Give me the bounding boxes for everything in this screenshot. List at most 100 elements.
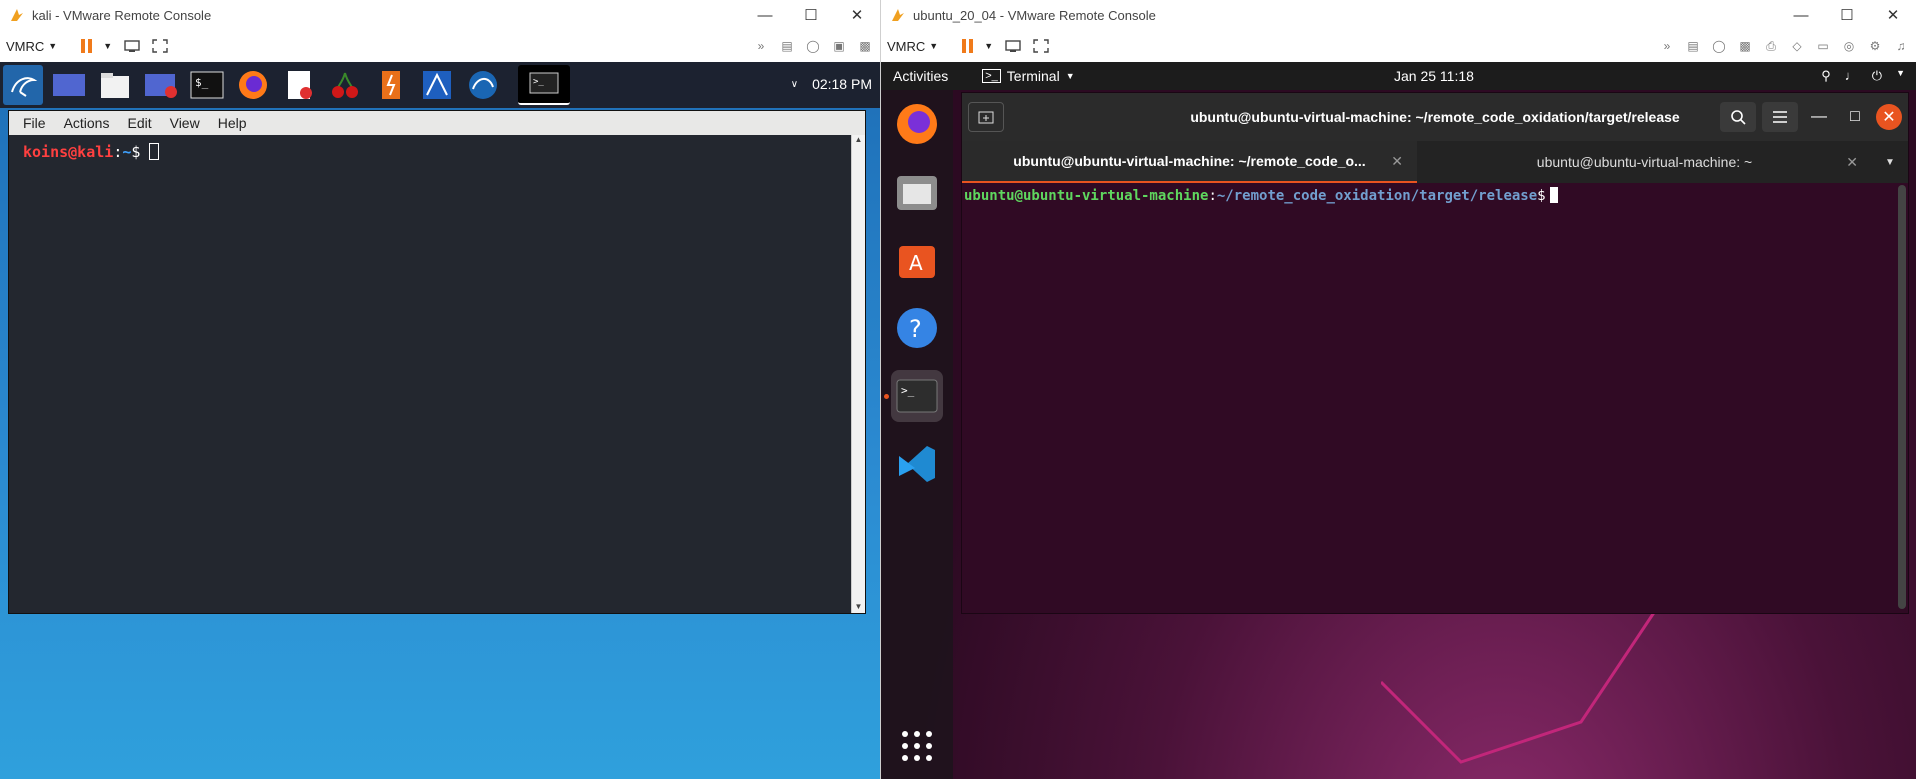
help-icon[interactable]: ? (891, 302, 943, 354)
network-icon[interactable]: ▩ (854, 35, 876, 57)
prompt-separator: : (113, 143, 123, 161)
minimize-button[interactable]: — (1804, 102, 1834, 132)
show-apps-icon[interactable] (891, 720, 943, 772)
floppy-icon[interactable]: ▣ (828, 35, 850, 57)
cd-icon[interactable]: ◯ (1708, 35, 1730, 57)
menu-file[interactable]: File (23, 115, 46, 131)
vmrc-menu-button[interactable]: VMRC ▼ (887, 39, 938, 54)
vmrc-app-icon (8, 6, 26, 24)
sound-icon[interactable]: ♫ (1890, 35, 1912, 57)
close-button[interactable]: ✕ (1870, 0, 1916, 30)
system-tray[interactable]: ⚲ ♩ ⏻ ▼ (1821, 68, 1905, 84)
file-manager-icon[interactable] (95, 65, 135, 105)
scroll-down-icon[interactable]: ▼ (852, 602, 865, 611)
scroll-up-icon[interactable]: ▲ (852, 135, 865, 144)
cherrytree-icon[interactable] (325, 65, 365, 105)
svg-text:$_: $_ (195, 76, 209, 89)
printer-icon[interactable]: ⎙ (1760, 35, 1782, 57)
fullscreen-icon[interactable] (1029, 35, 1053, 57)
network-icon[interactable]: ▩ (1734, 35, 1756, 57)
chevron-down-icon[interactable]: ▼ (103, 41, 112, 51)
kali-terminal-window[interactable]: File Actions Edit View Help koins@kali:~… (8, 110, 866, 614)
fullscreen-icon[interactable] (148, 35, 172, 57)
terminal-icon[interactable]: >_ (891, 370, 943, 422)
svg-text:>_: >_ (901, 384, 915, 397)
workspace-icon[interactable] (49, 65, 89, 105)
active-terminal-icon[interactable]: >_ (518, 65, 570, 105)
files-icon[interactable] (891, 166, 943, 218)
tab-release[interactable]: ubuntu@ubuntu-virtual-machine: ~/remote_… (962, 141, 1417, 183)
maximize-button[interactable]: □ (1840, 102, 1870, 132)
cd-icon[interactable]: ◯ (802, 35, 824, 57)
vscode-icon[interactable] (891, 438, 943, 490)
menu-actions[interactable]: Actions (64, 115, 110, 131)
more-icon[interactable]: » (1656, 35, 1678, 57)
terminal-cursor (149, 143, 160, 160)
send-ctrl-alt-del-icon[interactable] (1001, 35, 1025, 57)
wireshark-icon[interactable] (463, 65, 503, 105)
firefox-icon[interactable] (233, 65, 273, 105)
send-ctrl-alt-del-icon[interactable] (120, 35, 144, 57)
kali-vmrc-window: kali - VMware Remote Console — ☐ ✕ VMRC … (0, 0, 880, 779)
software-icon[interactable]: A (891, 234, 943, 286)
terminal-output[interactable]: ubuntu@ubuntu-virtual-machine:~/remote_c… (962, 183, 1908, 204)
panel-clock[interactable]: 02:18 PM (812, 76, 872, 92)
search-button[interactable] (1720, 102, 1756, 132)
ubuntu-dock: A ? >_ (881, 90, 953, 779)
maximize-button[interactable]: ☐ (1824, 0, 1870, 30)
window-title: kali - VMware Remote Console (32, 7, 212, 23)
network-icon: ⚲ (1821, 68, 1831, 83)
kali-menu-icon[interactable] (3, 65, 43, 105)
svg-text:>_: >_ (533, 77, 544, 87)
close-button[interactable]: ✕ (834, 0, 880, 30)
activities-button[interactable]: Activities (893, 68, 948, 84)
text-editor-icon[interactable] (279, 65, 319, 105)
close-button[interactable]: ✕ (1876, 104, 1902, 130)
svg-text:?: ? (909, 315, 922, 343)
menu-edit[interactable]: Edit (127, 115, 151, 131)
vmrc-menu-button[interactable]: VMRC ▼ (6, 39, 57, 54)
hamburger-menu-button[interactable] (1762, 102, 1798, 132)
app-menu-label: Terminal (1006, 68, 1060, 84)
menu-view[interactable]: View (170, 115, 200, 131)
menu-help[interactable]: Help (218, 115, 247, 131)
terminal-scrollbar[interactable] (1898, 185, 1906, 609)
terminal-scrollbar[interactable]: ▲ ▼ (851, 135, 865, 613)
settings-icon[interactable]: ⚙ (1864, 35, 1886, 57)
minimize-button[interactable]: — (742, 0, 788, 30)
terminal-headerbar: ubuntu@ubuntu-virtual-machine: ~/remote_… (962, 93, 1908, 141)
bluetooth-icon[interactable]: ◇ (1786, 35, 1808, 57)
firefox-icon[interactable] (891, 98, 943, 150)
terminal-icon[interactable]: $_ (187, 65, 227, 105)
maximize-button[interactable]: ☐ (788, 0, 834, 30)
minimize-button[interactable]: — (1778, 0, 1824, 30)
pause-icon[interactable] (75, 35, 99, 57)
chevron-down-icon[interactable]: ∨ (791, 79, 798, 90)
clock[interactable]: Jan 25 11:18 (1394, 68, 1474, 84)
pause-icon[interactable] (956, 35, 980, 57)
maltego-icon[interactable] (417, 65, 457, 105)
burpsuite-icon[interactable] (371, 65, 411, 105)
screen-recorder-icon[interactable] (141, 65, 181, 105)
terminal-output[interactable]: koins@kali:~$ (9, 137, 851, 613)
removable-device-icon[interactable]: ▤ (1682, 35, 1704, 57)
chevron-down-icon: ▼ (1896, 68, 1905, 78)
more-icon[interactable]: » (750, 35, 772, 57)
close-icon[interactable]: ✕ (1846, 154, 1858, 171)
tab-home[interactable]: ubuntu@ubuntu-virtual-machine: ~ ✕ (1417, 141, 1872, 183)
terminal-cursor (1549, 187, 1558, 203)
camera-icon[interactable]: ◎ (1838, 35, 1860, 57)
vmrc-app-icon (889, 6, 907, 24)
ubuntu-terminal-window[interactable]: ubuntu@ubuntu-virtual-machine: ~/remote_… (961, 92, 1909, 614)
removable-device-icon[interactable]: ▤ (776, 35, 798, 57)
close-icon[interactable]: ✕ (1391, 153, 1403, 170)
kali-top-panel: $_ >_ ∨ 02:18 PM (0, 62, 880, 108)
tab-label: ubuntu@ubuntu-virtual-machine: ~ (1536, 154, 1753, 170)
usb-icon[interactable]: ▭ (1812, 35, 1834, 57)
prompt-separator: : (1208, 188, 1217, 204)
kali-desktop: $_ >_ ∨ 02:18 PM File Actions Edit View … (0, 62, 880, 779)
tabs-menu-button[interactable]: ▼ (1872, 141, 1908, 183)
app-menu[interactable]: >_ Terminal ▼ (982, 68, 1075, 84)
chevron-down-icon[interactable]: ▼ (984, 41, 993, 51)
wallpaper-decoration (1381, 602, 1663, 764)
